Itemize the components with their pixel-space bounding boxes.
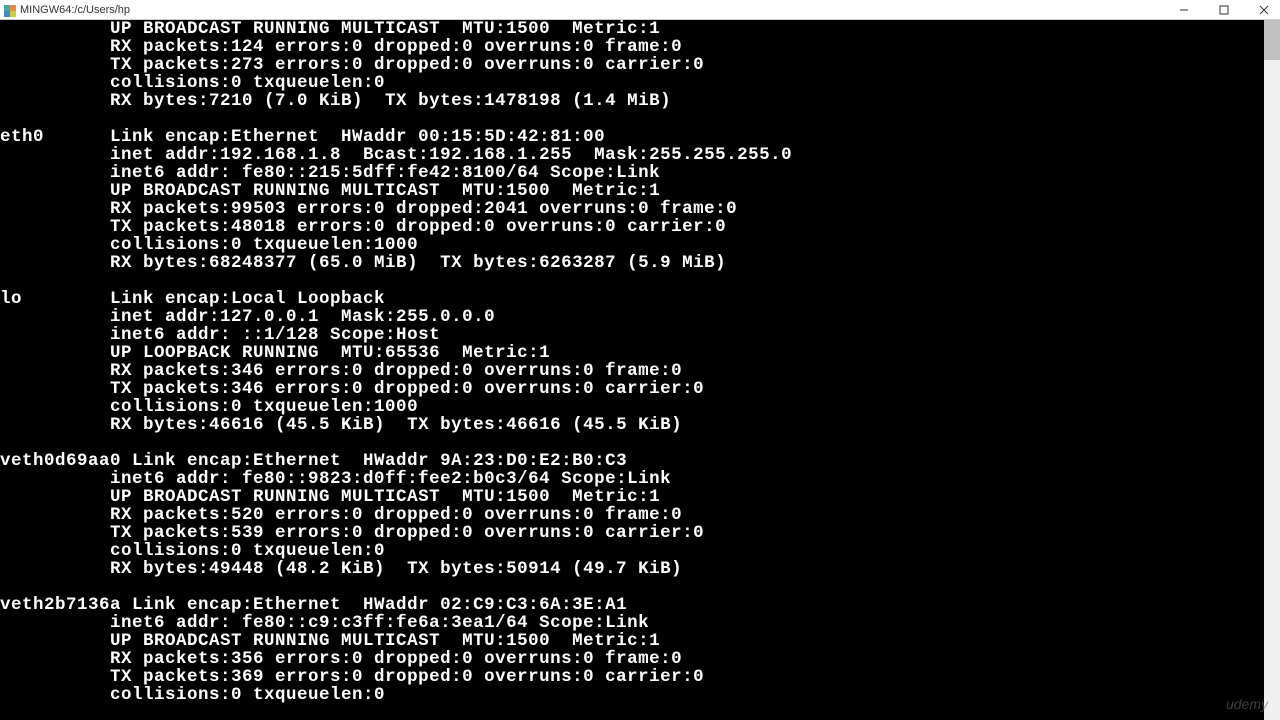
app-icon — [4, 4, 16, 16]
scrollbar-thumb[interactable] — [1264, 20, 1280, 60]
terminal-output[interactable]: UP BROADCAST RUNNING MULTICAST MTU:1500 … — [0, 20, 1280, 720]
titlebar: MINGW64:/c/Users/hp — [0, 0, 1280, 20]
watermark-text: udemy — [1226, 696, 1268, 712]
close-button[interactable] — [1252, 2, 1276, 18]
maximize-button[interactable] — [1212, 2, 1236, 18]
minimize-button[interactable] — [1172, 2, 1196, 18]
titlebar-left: MINGW64:/c/Users/hp — [4, 4, 130, 16]
window-controls — [1172, 2, 1276, 18]
window-title: MINGW64:/c/Users/hp — [20, 4, 130, 16]
vertical-scrollbar[interactable] — [1264, 20, 1280, 720]
